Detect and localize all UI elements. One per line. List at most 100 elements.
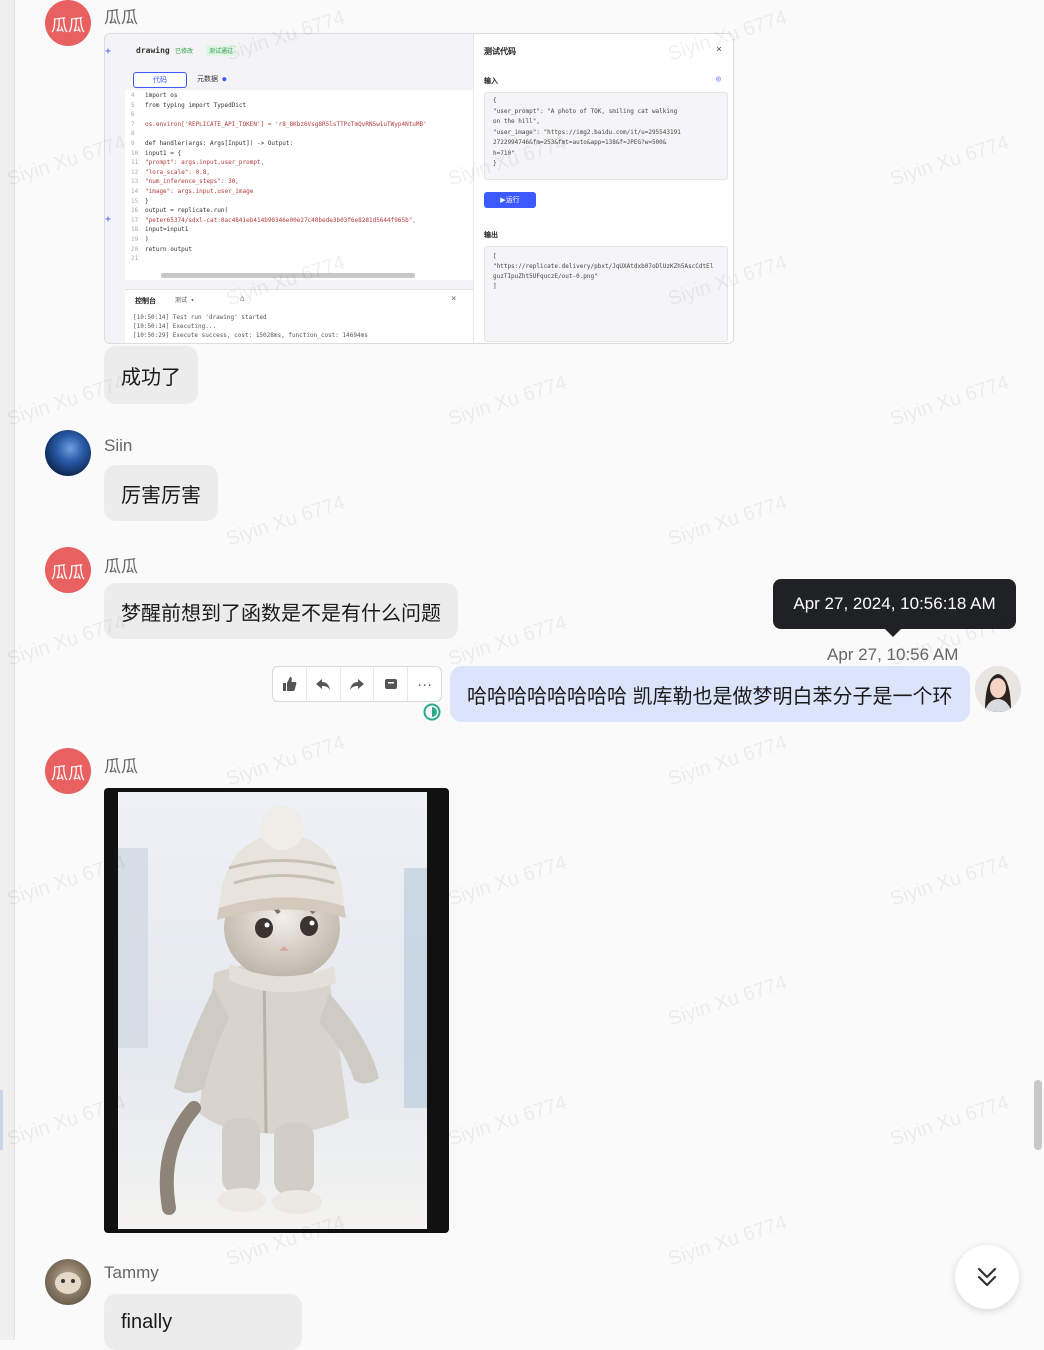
code-line: "lora_scale": 0.8,: [145, 168, 211, 176]
message-action-toolbar: ···: [272, 666, 442, 702]
sender-name: 瓜瓜: [104, 757, 138, 776]
code-line: import os: [145, 92, 178, 99]
tooltip-text: Apr 27, 2024, 10:56:18 AM: [793, 594, 996, 613]
output-label: 输出: [484, 231, 498, 239]
code-line: return output: [145, 245, 192, 253]
message-text: 厉害厉害: [121, 484, 201, 507]
watermark: Siyin Xu 6774: [445, 1091, 570, 1151]
line-number: 8: [131, 130, 135, 138]
message-bubble[interactable]: 厉害厉害: [104, 465, 218, 521]
avatar[interactable]: 瓜瓜: [45, 748, 91, 794]
line-number: 17: [131, 216, 139, 224]
sender-name: 瓜瓜: [104, 557, 138, 576]
vertical-scrollbar[interactable]: [1034, 1080, 1042, 1150]
status-text: 已修改: [175, 48, 194, 55]
watermark: Siyin Xu 6774: [665, 1211, 790, 1271]
code-line: input1 = {: [145, 149, 182, 157]
line-number: 9: [131, 140, 135, 147]
forward-icon[interactable]: [341, 667, 375, 701]
line-number: 21: [131, 255, 139, 263]
avatar[interactable]: [45, 430, 91, 476]
console-panel: 控制台 测试 ▾ ⌂ × [10:50:14] Test run 'drawin…: [125, 289, 473, 343]
tab-meta-label: 元数据: [197, 75, 218, 83]
input-line: }: [493, 160, 497, 167]
screenshot-attachment[interactable]: + + drawing 已修改 测试通过 代码 元数据 ● 4 import os…: [104, 33, 734, 344]
code-panel: + + drawing 已修改 测试通过 代码 元数据 ● 4 import os…: [105, 34, 473, 343]
scroll-to-bottom-button[interactable]: [955, 1245, 1019, 1309]
input-line: "user_image": "https://img2.baidu.com/it…: [493, 128, 681, 136]
sender-name: 瓜瓜: [104, 8, 138, 27]
tab-code-label: 代码: [153, 76, 167, 84]
run-button-label: 运行: [505, 196, 520, 204]
tab-meta[interactable]: 元数据 ●: [197, 74, 226, 84]
message-text: 成功了: [121, 366, 181, 389]
close-icon[interactable]: ×: [716, 44, 722, 55]
more-icon[interactable]: ···: [408, 667, 441, 701]
save-icon[interactable]: [374, 667, 409, 701]
plus-icon: +: [105, 214, 112, 225]
line-number: 15: [131, 197, 139, 205]
my-avatar[interactable]: [975, 666, 1021, 712]
image-attachment[interactable]: [104, 788, 449, 1233]
input-json-box[interactable]: { "user_prompt": "A photo of TOK, smilin…: [484, 92, 728, 180]
line-number: 4: [131, 92, 135, 99]
line-number: 10: [131, 149, 139, 157]
message-text: finally: [121, 1310, 173, 1333]
message-text: 哈哈哈哈哈哈哈哈 凯库勒也是做梦明白苯分子是一个环: [467, 685, 953, 708]
app-name: drawing: [136, 46, 170, 55]
close-icon[interactable]: ×: [451, 294, 456, 304]
tab-code[interactable]: 代码: [133, 72, 187, 88]
avatar[interactable]: [45, 1259, 91, 1305]
plus-icon: +: [105, 46, 112, 57]
reply-icon[interactable]: [307, 667, 341, 701]
message-timestamp[interactable]: Apr 27, 10:56 AM: [827, 645, 958, 665]
horizontal-scrollbar[interactable]: [161, 273, 415, 278]
more-label: ···: [417, 675, 433, 693]
timestamp-tooltip: Apr 27, 2024, 10:56:18 AM: [773, 579, 1016, 637]
thumbs-up-icon[interactable]: [273, 667, 307, 701]
left-rail: [0, 0, 15, 1340]
code-line: "prompt": args.input.user_prompt,: [145, 159, 265, 167]
code-line: ): [145, 236, 149, 243]
watermark: Siyin Xu 6774: [887, 131, 1012, 191]
input-line: on the hill",: [493, 118, 540, 125]
status-badge: 测试通过: [206, 45, 237, 56]
console-select[interactable]: 测试 ▾: [175, 295, 223, 305]
watermark: Siyin Xu 6774: [223, 491, 348, 551]
console-line: [10:50:14] Test run 'drawing' started: [133, 314, 267, 321]
input-line: h=710": [493, 149, 515, 157]
line-number: 11: [131, 159, 139, 167]
output-line: [: [493, 253, 497, 260]
read-status-icon: [423, 703, 441, 721]
input-line: 2722994746&fm=253&fmt=auto&app=138&f=JPE…: [493, 139, 667, 146]
message-text: 梦醒前想到了函数是不是有什么问题: [121, 602, 441, 625]
line-number: 5: [131, 101, 135, 109]
message-bubble[interactable]: finally: [104, 1294, 303, 1350]
console-line: [10:50:14] Executing...: [133, 323, 217, 330]
console-line: [10:50:29] Execute success, cost: 15028m…: [133, 332, 368, 339]
line-number: 20: [131, 245, 139, 253]
message-bubble[interactable]: 梦醒前想到了函数是不是有什么问题: [104, 583, 458, 639]
line-number: 7: [131, 120, 135, 128]
message-bubble[interactable]: 成功了: [104, 346, 198, 404]
input-label: 输入: [484, 77, 498, 85]
code-editor[interactable]: 4 import os 5 from typing import TypedDict 6…: [125, 90, 473, 280]
panel-title: 测试代码: [484, 47, 516, 56]
line-number: 19: [131, 236, 139, 243]
watermark: Siyin Xu 6774: [445, 371, 570, 431]
line-number: 12: [131, 168, 139, 176]
line-number: 13: [131, 178, 139, 186]
code-line: "num_inference_steps": 30,: [145, 178, 239, 186]
my-message-bubble[interactable]: 哈哈哈哈哈哈哈哈 凯库勒也是做梦明白苯分子是一个环: [450, 666, 970, 722]
watermark: Siyin Xu 6774: [445, 611, 570, 671]
run-button[interactable]: ▶ 运行: [484, 192, 536, 208]
code-line: output = replicate.run(: [145, 207, 229, 215]
avatar[interactable]: 瓜瓜: [45, 0, 91, 46]
line-number: 16: [131, 207, 139, 215]
settings-icon[interactable]: ◎: [716, 74, 721, 83]
clear-icon[interactable]: ⌂: [240, 294, 245, 303]
code-line: from typing import TypedDict: [145, 101, 247, 109]
output-line: "https://replicate.delivery/pbxt/JqUXAtd…: [493, 263, 714, 270]
avatar[interactable]: 瓜瓜: [45, 547, 91, 593]
watermark: Siyin Xu 6774: [445, 851, 570, 911]
